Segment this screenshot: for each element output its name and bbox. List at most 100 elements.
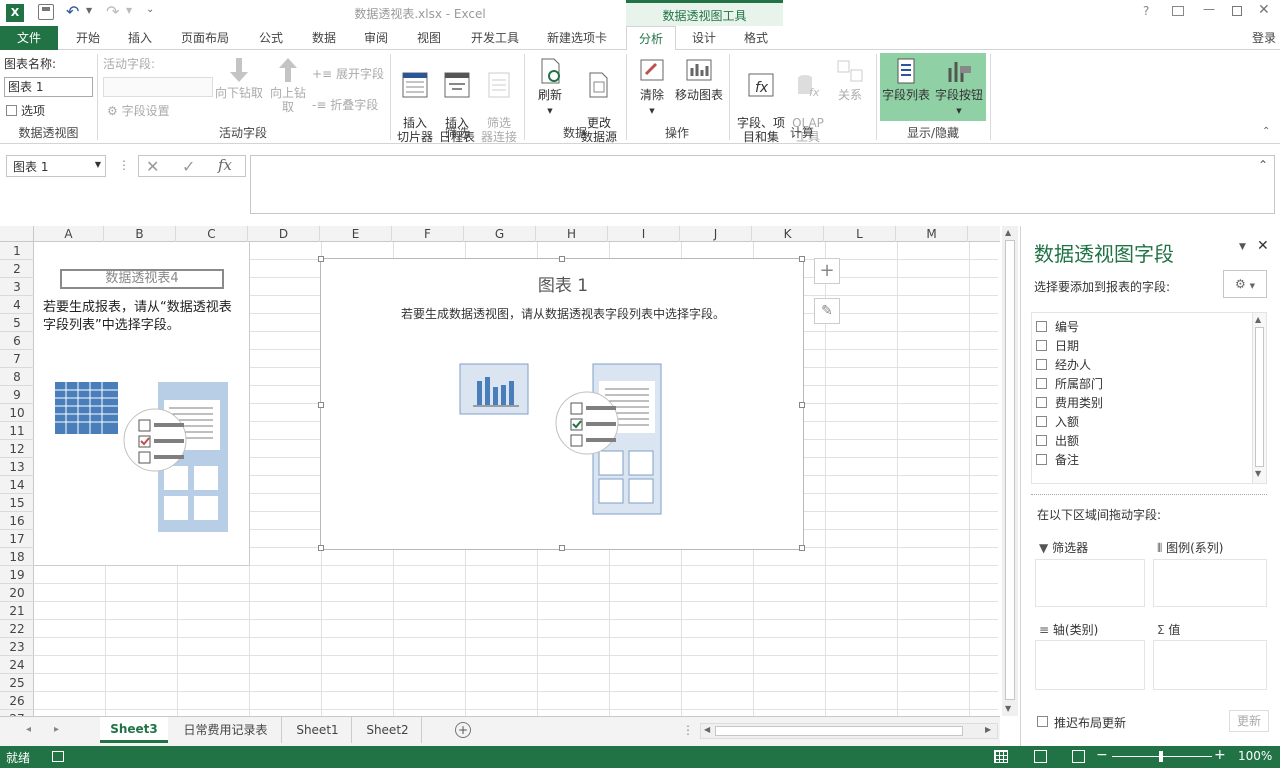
row-header[interactable]: 22 [0, 620, 34, 638]
signin-link[interactable]: 登录 [1248, 26, 1280, 50]
pivot-chart[interactable]: 图表 1 若要生成数据透视图，请从数据透视表字段列表中选择字段。 [318, 256, 805, 551]
collapse-field-button[interactable]: -≡ 折叠字段 [312, 96, 378, 113]
normal-view-icon[interactable] [994, 750, 1008, 763]
pane-options-dropdown-icon[interactable]: ▼ [1239, 242, 1246, 252]
formula-bar-splitter-icon[interactable]: ⋮ [118, 158, 130, 172]
field-list-button[interactable]: 字段列表 [880, 56, 932, 102]
field-checkbox[interactable] [1036, 340, 1047, 351]
column-header[interactable]: A [34, 226, 104, 242]
vertical-scrollbar[interactable]: ▲ ▼ [1002, 226, 1018, 716]
enter-formula-icon[interactable]: ✓ [182, 157, 195, 176]
field-item[interactable]: 所属部门 [1036, 375, 1103, 392]
zoom-slider-thumb[interactable] [1159, 751, 1163, 762]
close-icon[interactable]: ✕ [1258, 2, 1270, 18]
chart-styles-button[interactable]: ✎ [814, 298, 840, 324]
hscroll-left-icon[interactable]: ◀ [704, 725, 710, 734]
field-scroll-down-icon[interactable]: ▼ [1255, 469, 1261, 478]
row-header[interactable]: 2 [0, 260, 34, 278]
tab-format[interactable]: 格式 [732, 26, 780, 50]
redo-dropdown-icon[interactable]: ▼ [126, 6, 132, 15]
ribbon-display-icon[interactable] [1172, 6, 1184, 16]
row-header[interactable]: 1 [0, 242, 34, 260]
new-sheet-button[interactable]: + [455, 722, 471, 738]
horizontal-scrollbar[interactable]: ◀ ▶ [700, 723, 998, 739]
pane-splitter[interactable] [1031, 494, 1267, 495]
tools-button[interactable]: ⚙ ▼ [1223, 270, 1267, 298]
axis-drop-area[interactable] [1035, 640, 1145, 690]
page-layout-view-icon[interactable] [1034, 750, 1047, 763]
zoom-in-icon[interactable]: + [1214, 747, 1226, 763]
row-header[interactable]: 8 [0, 368, 34, 386]
column-header[interactable]: L [824, 226, 896, 242]
values-drop-area[interactable] [1153, 640, 1267, 690]
customize-qat-icon[interactable]: ⌄ [146, 4, 154, 15]
resize-handle[interactable] [799, 256, 805, 262]
undo-dropdown-icon[interactable]: ▼ [86, 6, 92, 15]
row-header[interactable]: 12 [0, 440, 34, 458]
column-header[interactable]: K [752, 226, 824, 242]
formula-collapse-icon[interactable]: ⌃ [1258, 158, 1268, 172]
minimize-icon[interactable]: — [1203, 2, 1215, 16]
column-header[interactable]: J [680, 226, 752, 242]
row-header[interactable]: 16 [0, 512, 34, 530]
move-chart-button[interactable]: 移动图表 [672, 56, 726, 102]
tab-design[interactable]: 设计 [680, 26, 728, 50]
tab-analyze[interactable]: 分析 [626, 26, 676, 51]
column-header[interactable]: C [176, 226, 248, 242]
save-icon[interactable] [38, 4, 54, 20]
resize-handle[interactable] [799, 402, 805, 408]
collapse-ribbon-icon[interactable]: ⌃ [1262, 126, 1270, 137]
resize-handle[interactable] [799, 545, 805, 551]
column-header[interactable]: E [320, 226, 392, 242]
worksheet-grid[interactable]: 数据透视表4 若要生成报表，请从“数据透视表字段列表”中选择字段。 图表 1 若… [34, 242, 998, 716]
row-header[interactable]: 13 [0, 458, 34, 476]
column-header[interactable]: I [608, 226, 680, 242]
tab-page-layout[interactable]: 页面布局 [172, 26, 238, 50]
field-settings-button[interactable]: ⚙ 字段设置 [107, 102, 170, 119]
field-item[interactable]: 日期 [1036, 337, 1079, 354]
chart-elements-button[interactable]: + [814, 258, 840, 284]
zoom-level[interactable]: 100% [1238, 749, 1272, 763]
macro-record-icon[interactable] [52, 751, 64, 762]
column-header[interactable]: B [104, 226, 176, 242]
column-header[interactable]: M [896, 226, 968, 242]
column-header[interactable]: G [464, 226, 536, 242]
row-header[interactable]: 6 [0, 332, 34, 350]
tab-file[interactable]: 文件 [0, 26, 58, 50]
field-scroll-up-icon[interactable]: ▲ [1255, 315, 1261, 324]
row-header[interactable]: 17 [0, 530, 34, 548]
restore-icon[interactable] [1232, 6, 1242, 16]
column-header[interactable]: F [392, 226, 464, 242]
row-header[interactable]: 24 [0, 656, 34, 674]
row-header[interactable]: 21 [0, 602, 34, 620]
sheet-tab-daily-expenses[interactable]: 日常费用记录表 [170, 717, 282, 743]
scroll-down-icon[interactable]: ▼ [1005, 704, 1011, 713]
hscroll-right-icon[interactable]: ▶ [985, 725, 991, 734]
formula-input[interactable] [250, 155, 1275, 214]
hscroll-thumb[interactable] [715, 726, 963, 736]
update-button[interactable]: 更新 [1229, 710, 1269, 732]
insert-function-icon[interactable]: fx [218, 156, 232, 174]
field-checkbox[interactable] [1036, 378, 1047, 389]
pivot-table-placeholder[interactable]: 数据透视表4 若要生成报表，请从“数据透视表字段列表”中选择字段。 [34, 242, 250, 566]
help-icon[interactable]: ? [1143, 4, 1149, 18]
field-checkbox[interactable] [1036, 454, 1047, 465]
row-header[interactable]: 7 [0, 350, 34, 368]
row-header[interactable]: 9 [0, 386, 34, 404]
field-checkbox[interactable] [1036, 321, 1047, 332]
field-item[interactable]: 费用类别 [1036, 394, 1103, 411]
sheet-next-icon[interactable]: ▸ [54, 724, 59, 735]
tab-new-tab[interactable]: 新建选项卡 [538, 26, 616, 50]
tab-review[interactable]: 审阅 [352, 26, 400, 50]
field-item[interactable]: 出额 [1036, 432, 1079, 449]
scroll-thumb[interactable] [1005, 240, 1015, 700]
resize-handle[interactable] [559, 256, 565, 262]
field-item[interactable]: 入额 [1036, 413, 1079, 430]
row-header[interactable]: 5 [0, 314, 34, 332]
tab-home[interactable]: 开始 [64, 26, 112, 50]
row-header[interactable]: 15 [0, 494, 34, 512]
row-header[interactable]: 19 [0, 566, 34, 584]
tab-developer[interactable]: 开发工具 [460, 26, 530, 50]
resize-handle[interactable] [559, 545, 565, 551]
resize-handle[interactable] [318, 402, 324, 408]
